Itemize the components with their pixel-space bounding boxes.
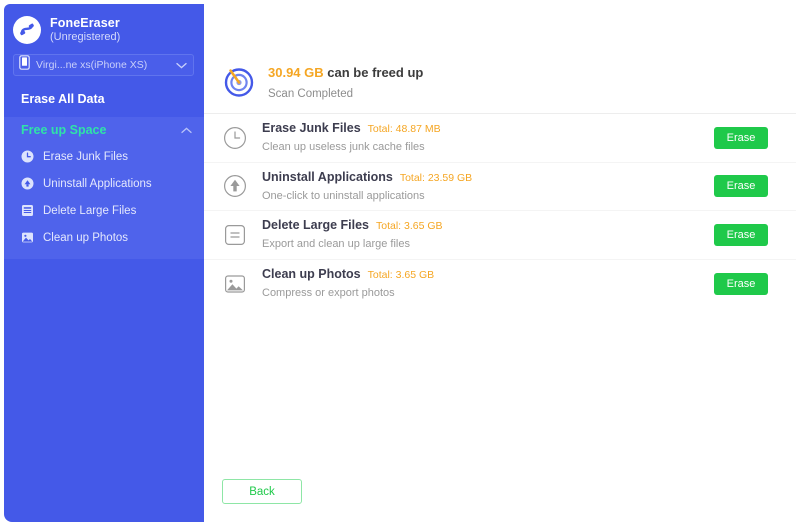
back-button[interactable]: Back [222,479,302,504]
list-item-total: Total: 48.87 MB [367,123,441,136]
sidebar-item-label: Erase Junk Files [43,150,129,163]
erase-button[interactable]: Erase [714,126,768,149]
list-item[interactable]: Uninstall Applications Total: 23.59 GB O… [204,163,796,211]
scan-status: Scan Completed [268,87,354,100]
file-equals-icon [222,222,248,248]
list-item-title: Delete Large Files [262,218,369,233]
chevron-down-icon[interactable] [176,56,187,74]
list-item-title-line: Delete Large Files Total: 3.65 GB [262,217,714,234]
freed-space-suffix: can be freed up [323,64,424,80]
list-item-title-line: Clean up Photos Total: 3.65 GB [262,266,714,283]
sidebar-group-free-up-space: Free up Space Erase Junk Files Uninstall… [4,117,204,259]
sidebar-item-label: Delete Large Files [43,204,137,217]
list-item-description: Clean up useless junk cache files [262,141,425,154]
photo-icon [21,231,34,244]
sidebar: FoneEraser (Unregistered) Virgi...ne xs(… [4,4,204,522]
list-item[interactable]: Erase Junk Files Total: 48.87 MB Clean u… [204,114,796,163]
list-item-title: Uninstall Applications [262,169,393,184]
erase-button[interactable]: Erase [714,175,768,198]
sidebar-group-header[interactable]: Free up Space [4,117,204,143]
brand: FoneEraser (Unregistered) [4,4,204,46]
device-name: Virgi...ne xs(iPhone XS) [36,59,148,71]
sidebar-group-title: Free up Space [21,123,107,137]
app-title: FoneEraser [50,16,120,31]
list-item-text: Uninstall Applications Total: 23.59 GB O… [262,169,714,204]
erase-button[interactable]: Erase [714,272,768,295]
list-item-text: Clean up Photos Total: 3.65 GB Compress … [262,266,714,301]
sidebar-item-uninstall-applications[interactable]: Uninstall Applications [4,170,204,197]
device-selector[interactable]: Virgi...ne xs(iPhone XS) [13,54,194,76]
scan-target-icon [222,64,256,103]
list-item-description: Compress or export photos [262,287,395,300]
list-item-description: Export and clean up large files [262,238,410,251]
clock-icon [222,125,248,151]
sidebar-item-delete-large-files[interactable]: Delete Large Files [4,197,204,224]
photo-icon [222,271,248,297]
cleanup-list: Erase Junk Files Total: 48.87 MB Clean u… [204,113,796,308]
freed-space-title: 30.94 GB can be freed up [268,64,423,83]
phone-icon [19,55,30,75]
chevron-up-icon[interactable] [181,121,192,139]
sidebar-item-label: Erase All Data [21,92,105,106]
scan-summary-text: 30.94 GB can be freed up Scan Completed [268,64,423,103]
list-item-total: Total: 23.59 GB [399,171,473,184]
sidebar-item-erase-junk-files[interactable]: Erase Junk Files [4,143,204,170]
list-item-total: Total: 3.65 GB [376,220,443,233]
list-item-description: One-click to uninstall applications [262,189,425,202]
list-item-total: Total: 3.65 GB [367,269,435,282]
app-window: FoneEraser (Unregistered) Virgi...ne xs(… [0,0,800,530]
list-item-text: Erase Junk Files Total: 48.87 MB Clean u… [262,120,714,155]
file-lines-icon [21,204,34,217]
arrow-up-circle-icon [21,177,34,190]
clock-icon [21,150,34,163]
list-item-text: Delete Large Files Total: 3.65 GB Export… [262,217,714,252]
sidebar-item-label: Uninstall Applications [43,177,152,190]
freed-space-amount: 30.94 GB [268,64,324,80]
footer: Back [222,479,302,504]
list-item-title-line: Erase Junk Files Total: 48.87 MB [262,120,714,137]
arrow-up-circle-icon [222,173,248,199]
main-content: 30.94 GB can be freed up Scan Completed … [204,4,796,526]
list-item-title: Clean up Photos [262,267,361,282]
eraser-logo-icon [13,16,41,44]
erase-button[interactable]: Erase [714,223,768,246]
scan-summary: 30.94 GB can be freed up Scan Completed [204,4,796,106]
sidebar-item-label: Clean up Photos [43,231,129,244]
list-item[interactable]: Clean up Photos Total: 3.65 GB Compress … [204,260,796,309]
list-item-title-line: Uninstall Applications Total: 23.59 GB [262,169,714,186]
list-item-title: Erase Junk Files [262,121,361,136]
license-status: (Unregistered) [50,30,121,43]
brand-text: FoneEraser (Unregistered) [50,16,120,43]
sidebar-item-clean-up-photos[interactable]: Clean up Photos [4,224,204,251]
sidebar-item-erase-all-data[interactable]: Erase All Data [4,87,204,111]
list-item[interactable]: Delete Large Files Total: 3.65 GB Export… [204,211,796,260]
